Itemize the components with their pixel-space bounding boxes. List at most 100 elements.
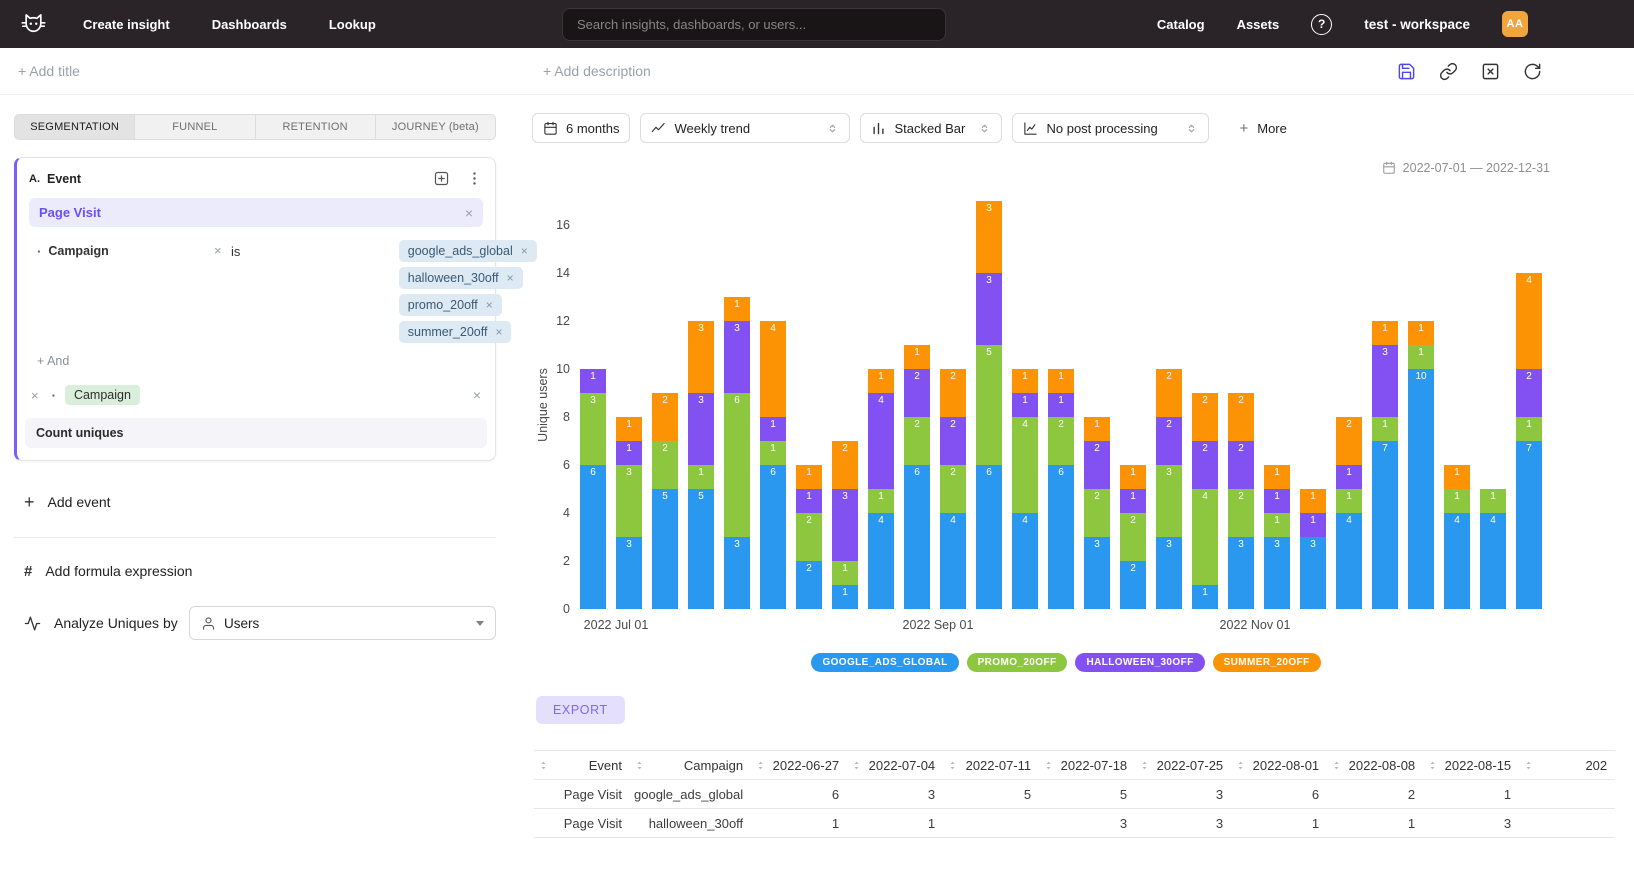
bar-segment-google_ads_global[interactable]: 3: [1084, 537, 1110, 609]
sort-icon[interactable]: [1139, 760, 1150, 771]
bar-2022-07-11[interactable]: 225: [652, 393, 678, 609]
bar-segment-halloween_30off[interactable]: 2: [1156, 417, 1182, 465]
bar-segment-summer_20off[interactable]: 1: [904, 345, 930, 369]
bar-segment-google_ads_global[interactable]: 7: [1372, 441, 1398, 609]
bar-segment-google_ads_global[interactable]: 10: [1408, 369, 1434, 609]
legend-pill-promo_20off[interactable]: PROMO_20OFF: [967, 653, 1068, 672]
bar-segment-summer_20off[interactable]: 1: [1120, 465, 1146, 489]
more-button[interactable]: + More: [1239, 120, 1286, 137]
tab-journey[interactable]: JOURNEY (beta): [376, 115, 495, 139]
bar-segment-google_ads_global[interactable]: 3: [1264, 537, 1290, 609]
add-and-condition[interactable]: + And: [37, 354, 69, 368]
bar-segment-promo_20off[interactable]: 1: [1372, 417, 1398, 441]
nav-lookup[interactable]: Lookup: [329, 17, 376, 32]
bar-segment-halloween_30off[interactable]: 2: [940, 417, 966, 465]
bar-segment-halloween_30off[interactable]: 1: [1336, 465, 1362, 489]
bar-segment-summer_20off[interactable]: 1: [1444, 465, 1470, 489]
bar-2022-08-08[interactable]: 1122: [796, 465, 822, 609]
bar-segment-promo_20off[interactable]: 3: [1156, 465, 1182, 537]
add-event-button[interactable]: + Add event: [24, 493, 496, 511]
bar-segment-google_ads_global[interactable]: 4: [868, 513, 894, 609]
sort-icon[interactable]: [634, 760, 645, 771]
bar-segment-promo_20off[interactable]: 3: [580, 393, 606, 465]
bar-segment-google_ads_global[interactable]: 6: [904, 465, 930, 609]
sort-icon[interactable]: [1427, 760, 1438, 771]
bar-segment-halloween_30off[interactable]: 2: [904, 369, 930, 417]
bar-2022-11-28[interactable]: 1317: [1372, 321, 1398, 609]
bar-2022-07-25[interactable]: 1363: [724, 297, 750, 609]
cat-logo-icon[interactable]: [20, 11, 47, 38]
sort-icon[interactable]: [1331, 760, 1342, 771]
bar-segment-summer_20off[interactable]: 1: [724, 297, 750, 321]
bar-2022-11-21[interactable]: 2114: [1336, 417, 1362, 609]
bar-segment-promo_20off[interactable]: 1: [1336, 489, 1362, 513]
add-title-button[interactable]: + Add title: [18, 63, 80, 79]
bar-segment-promo_20off[interactable]: 2: [1228, 489, 1254, 537]
bar-segment-summer_20off[interactable]: 1: [1264, 465, 1290, 489]
nav-dashboards[interactable]: Dashboards: [212, 17, 287, 32]
sort-icon[interactable]: [947, 760, 958, 771]
bar-segment-promo_20off[interactable]: 2: [652, 441, 678, 489]
column-header[interactable]: 2022-07-11: [943, 751, 1039, 780]
aggregation-selector[interactable]: Count uniques: [25, 418, 487, 448]
column-header[interactable]: 2022-08-15: [1423, 751, 1519, 780]
sort-icon[interactable]: [1235, 760, 1246, 771]
bar-2022-07-18[interactable]: 3315: [688, 321, 714, 609]
bar-segment-google_ads_global[interactable]: 3: [1300, 537, 1326, 609]
bar-2022-11-07[interactable]: 1113: [1264, 465, 1290, 609]
bar-2022-09-19[interactable]: 1144: [1012, 369, 1038, 609]
trend-select[interactable]: Weekly trend: [640, 113, 850, 143]
export-button[interactable]: EXPORT: [536, 696, 625, 724]
clear-icon[interactable]: [1481, 62, 1500, 81]
bar-2022-09-12[interactable]: 3356: [976, 201, 1002, 609]
bar-segment-halloween_30off[interactable]: 3: [976, 273, 1002, 345]
bar-segment-summer_20off[interactable]: 1: [796, 465, 822, 489]
remove-breakdown-row-icon[interactable]: ×: [473, 388, 481, 402]
bar-segment-summer_20off[interactable]: 1: [868, 369, 894, 393]
column-header[interactable]: 2022-06-27: [751, 751, 847, 780]
bar-segment-halloween_30off[interactable]: 4: [868, 393, 894, 489]
bar-2022-08-15[interactable]: 2311: [832, 441, 858, 609]
bar-2022-12-12[interactable]: 114: [1444, 465, 1470, 609]
tab-segmentation[interactable]: SEGMENTATION: [15, 115, 135, 139]
bar-segment-promo_20off[interactable]: 1: [1444, 489, 1470, 513]
refresh-icon[interactable]: [1523, 62, 1542, 81]
more-options-icon[interactable]: [466, 170, 483, 187]
bar-segment-summer_20off[interactable]: 1: [1300, 489, 1326, 513]
bar-segment-summer_20off[interactable]: 4: [1516, 273, 1542, 369]
bar-segment-summer_20off[interactable]: 2: [1336, 417, 1362, 465]
bar-segment-google_ads_global[interactable]: 4: [940, 513, 966, 609]
event-selector[interactable]: Page Visit ×: [29, 198, 483, 227]
bar-segment-summer_20off[interactable]: 2: [832, 441, 858, 489]
bar-segment-summer_20off[interactable]: 4: [760, 321, 786, 417]
event-name[interactable]: Page Visit: [39, 205, 101, 220]
bar-segment-google_ads_global[interactable]: 3: [724, 537, 750, 609]
bar-segment-promo_20off[interactable]: 1: [868, 489, 894, 513]
bar-segment-promo_20off[interactable]: 2: [1084, 489, 1110, 537]
bar-segment-google_ads_global[interactable]: 6: [760, 465, 786, 609]
bar-segment-summer_20off[interactable]: 1: [1408, 321, 1434, 345]
column-header[interactable]: 2022-07-04: [847, 751, 943, 780]
bar-segment-halloween_30off[interactable]: 2: [1228, 441, 1254, 489]
bar-segment-summer_20off[interactable]: 1: [1048, 369, 1074, 393]
filter-property[interactable]: Campaign: [48, 240, 108, 258]
filter-value-chip[interactable]: halloween_30off×: [399, 267, 523, 289]
bar-segment-promo_20off[interactable]: 4: [1192, 489, 1218, 585]
sort-icon[interactable]: [538, 760, 549, 771]
bar-segment-halloween_30off[interactable]: 1: [1300, 513, 1326, 537]
bar-segment-google_ads_global[interactable]: 6: [976, 465, 1002, 609]
sort-icon[interactable]: [1523, 760, 1534, 771]
bar-segment-google_ads_global[interactable]: 5: [652, 489, 678, 609]
bar-segment-google_ads_global[interactable]: 1: [1192, 585, 1218, 609]
bar-segment-google_ads_global[interactable]: 4: [1444, 513, 1470, 609]
bar-2022-12-19[interactable]: 14: [1480, 489, 1506, 609]
breakdown-property[interactable]: Campaign: [65, 385, 140, 405]
nav-create-insight[interactable]: Create insight: [83, 17, 170, 32]
remove-event-icon[interactable]: ×: [465, 206, 473, 220]
bar-2022-08-29[interactable]: 1226: [904, 345, 930, 609]
column-header[interactable]: 2022-07-25: [1135, 751, 1231, 780]
bar-2022-12-05[interactable]: 1110: [1408, 321, 1434, 609]
bar-segment-promo_20off[interactable]: 1: [760, 441, 786, 465]
save-icon[interactable]: [1397, 62, 1416, 81]
filter-value-chip[interactable]: promo_20off×: [399, 294, 502, 316]
